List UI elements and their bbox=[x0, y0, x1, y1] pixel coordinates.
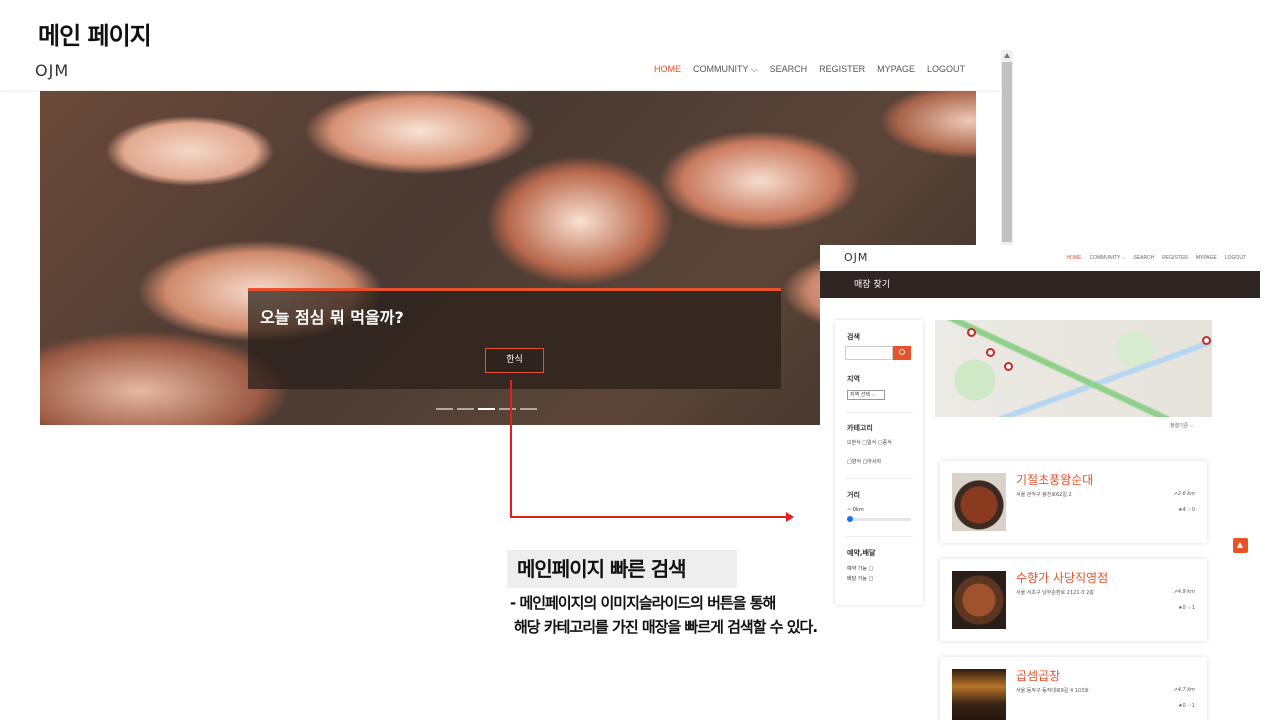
scrollbar-thumb[interactable] bbox=[1002, 62, 1012, 242]
slider-dot-active[interactable] bbox=[478, 408, 495, 410]
store-stats: ★4 ♢0 bbox=[1178, 507, 1195, 513]
delivery-checkbox[interactable]: 배달 가능 □ bbox=[847, 575, 873, 582]
search-button[interactable] bbox=[893, 346, 911, 360]
main-navbar: OJM HOME COMMUNITY ⌵ SEARCH REGISTER MYP… bbox=[0, 50, 1000, 90]
region-select[interactable]: 지역 선택 ⌵ bbox=[847, 390, 885, 400]
store-distance: ➚2.6 km bbox=[1173, 491, 1196, 497]
search-menu: HOME COMMUNITY ⌵ SEARCH REGISTER MYPAGE … bbox=[1067, 255, 1246, 261]
menu-search[interactable]: SEARCH bbox=[1133, 255, 1154, 261]
store-map[interactable] bbox=[935, 320, 1212, 417]
menu-register[interactable]: REGISTER bbox=[819, 64, 865, 75]
divider bbox=[845, 536, 913, 537]
hero-caption: 오늘 점심 뭐 먹을까? 한식 bbox=[248, 288, 781, 389]
connector-line-vertical bbox=[510, 380, 512, 517]
search-navbar: OJM HOME COMMUNITY ⌵ SEARCH REGISTER MYP… bbox=[820, 245, 1260, 271]
store-name[interactable]: 수향가 사당직영점 bbox=[1016, 569, 1108, 586]
distance-slider-handle[interactable] bbox=[847, 516, 853, 522]
slider-dot[interactable] bbox=[499, 408, 516, 410]
main-logo[interactable]: OJM bbox=[35, 61, 69, 80]
menu-community[interactable]: COMMUNITY ⌵ bbox=[693, 64, 758, 75]
menu-mypage[interactable]: MYPAGE bbox=[1196, 255, 1217, 261]
search-page-screenshot: OJM HOME COMMUNITY ⌵ SEARCH REGISTER MYP… bbox=[820, 245, 1260, 720]
explanation-title: 메인페이지 빠른 검색 bbox=[507, 550, 737, 588]
store-name[interactable]: 기절초풍왕순대 bbox=[1016, 471, 1093, 488]
store-card[interactable]: 곱셈곱창 서울 동작구 동작대로9길 4 103호 ➚4.7 km ★0 ♢1 bbox=[940, 657, 1207, 720]
map-pin-icon[interactable] bbox=[1004, 362, 1013, 371]
store-stats: ★0 ♢1 bbox=[1178, 605, 1195, 611]
slider-dot[interactable] bbox=[457, 408, 474, 410]
hero-question: 오늘 점심 뭐 먹을까? bbox=[260, 308, 404, 327]
menu-search[interactable]: SEARCH bbox=[770, 64, 808, 75]
store-distance: ➚4.7 km bbox=[1173, 687, 1196, 693]
store-card[interactable]: 기절초풍왕순대 서울 관악구 봉천로62길 2 ➚2.6 km ★4 ♢0 bbox=[940, 461, 1207, 543]
store-stats: ★0 ♢1 bbox=[1178, 703, 1195, 709]
sort-select[interactable]: 정렬기준 ⌵ bbox=[1170, 422, 1194, 429]
store-card[interactable]: 수향가 사당직영점 서울 서초구 남부순환로 2121-3 2층 ➚4.9 km… bbox=[940, 559, 1207, 641]
main-scrollbar[interactable] bbox=[1001, 50, 1013, 245]
menu-register[interactable]: REGISTER bbox=[1162, 255, 1188, 261]
order-label: 예약,배달 bbox=[847, 549, 876, 557]
hero-category-button[interactable]: 한식 bbox=[485, 348, 544, 373]
category-checkboxes-row1[interactable]: ☑한식 □일식 □중식 bbox=[847, 439, 892, 446]
menu-logout[interactable]: LOGOUT bbox=[1225, 255, 1246, 261]
explanation-line-2: 해당 카테고리를 가진 매장을 빠르게 검색할 수 있다. bbox=[514, 618, 818, 636]
store-address: 서울 관악구 봉천로62길 2 bbox=[1016, 492, 1072, 498]
store-thumbnail bbox=[952, 571, 1006, 629]
search-icon bbox=[899, 349, 905, 355]
map-pin-icon[interactable] bbox=[967, 328, 976, 337]
region-label: 지역 bbox=[847, 375, 860, 383]
search-logo[interactable]: OJM bbox=[844, 251, 868, 264]
store-distance: ➚4.9 km bbox=[1173, 589, 1196, 595]
scroll-up-icon[interactable] bbox=[1004, 53, 1010, 58]
search-label: 검색 bbox=[847, 333, 860, 341]
scroll-top-button[interactable] bbox=[1233, 538, 1248, 553]
search-input[interactable] bbox=[845, 346, 893, 360]
store-thumbnail bbox=[952, 669, 1006, 720]
menu-home[interactable]: HOME bbox=[654, 64, 681, 75]
filter-sidebar: 검색 지역 지역 선택 ⌵ 카테고리 ☑한식 □일식 □중식 □양식 □아시아 … bbox=[835, 320, 923, 605]
store-address: 서울 동작구 동작대로9길 4 103호 bbox=[1016, 688, 1089, 694]
main-menu: HOME COMMUNITY ⌵ SEARCH REGISTER MYPAGE … bbox=[654, 64, 965, 75]
store-thumbnail bbox=[952, 473, 1006, 531]
slider-dot[interactable] bbox=[520, 408, 537, 410]
divider bbox=[845, 478, 913, 479]
reserve-checkbox[interactable]: 예약 가능 □ bbox=[847, 565, 873, 572]
category-checkboxes-row2[interactable]: □양식 □아시아 bbox=[847, 458, 881, 465]
explanation-line-1: - 메인페이지의 이미지슬라이드의 버튼을 통해 bbox=[510, 594, 776, 612]
divider bbox=[845, 412, 913, 413]
arrow-head-icon bbox=[786, 512, 794, 522]
connector-line-horizontal bbox=[510, 516, 786, 518]
map-pin-icon[interactable] bbox=[1202, 336, 1211, 345]
menu-home[interactable]: HOME bbox=[1067, 255, 1082, 261]
slider-dot[interactable] bbox=[436, 408, 453, 410]
menu-community[interactable]: COMMUNITY ⌵ bbox=[1090, 255, 1126, 261]
store-name[interactable]: 곱셈곱창 bbox=[1016, 667, 1060, 684]
distance-value: ~ 0km bbox=[847, 507, 864, 513]
store-address: 서울 서초구 남부순환로 2121-3 2층 bbox=[1016, 590, 1094, 596]
map-pin-icon[interactable] bbox=[986, 348, 995, 357]
menu-logout[interactable]: LOGOUT bbox=[927, 64, 965, 75]
distance-label: 거리 bbox=[847, 491, 860, 499]
distance-slider[interactable] bbox=[847, 518, 911, 521]
menu-mypage[interactable]: MYPAGE bbox=[877, 64, 915, 75]
page-banner: 매장 찾기 bbox=[820, 271, 1260, 298]
category-label: 카테고리 bbox=[847, 424, 873, 432]
slide: 메인 페이지 OJM HOME COMMUNITY ⌵ SEARCH REGIS… bbox=[0, 0, 1280, 720]
slide-title: 메인 페이지 bbox=[38, 22, 152, 50]
slider-indicators bbox=[436, 408, 537, 410]
banner-title: 매장 찾기 bbox=[854, 280, 890, 290]
